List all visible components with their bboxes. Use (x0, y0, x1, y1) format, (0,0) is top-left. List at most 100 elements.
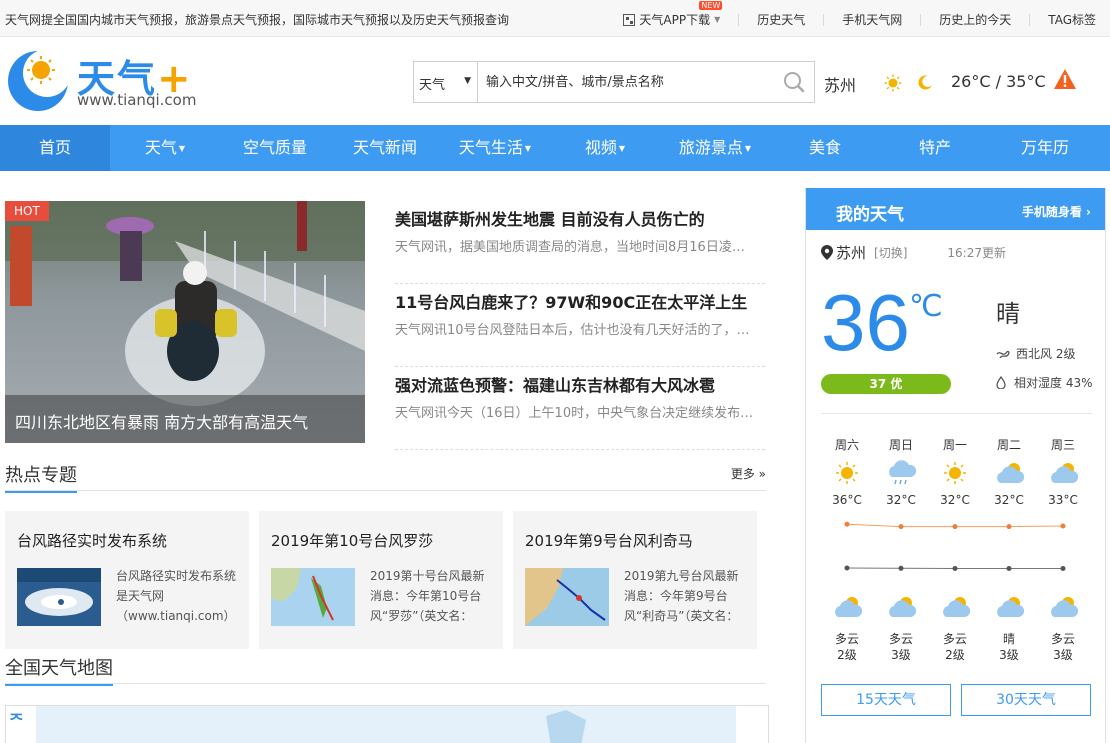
news-list: 美国堪萨斯州发生地震 目前没有人员伤亡的 天气网讯，据美国地质调查局的消息，当地… (395, 201, 765, 450)
high-temp-point (1006, 524, 1012, 530)
nav-weather-news[interactable]: 天气新闻 (330, 125, 440, 171)
wind-info: 西北风 2级 (996, 345, 1075, 362)
topic-title[interactable]: 台风路径实时发布系统 (17, 530, 167, 551)
nav-weather-life[interactable]: 天气生活 ▼ (440, 125, 550, 171)
search-type-select[interactable]: 天气 ▼ (414, 62, 478, 102)
site-logo[interactable]: 天气+ www.tianqi.com (5, 48, 205, 112)
hero-news-image[interactable]: HOT 四川东北地区有暴雨 南方大部有高温天气 (5, 201, 365, 443)
forecast-high-temp: 32°C (940, 493, 970, 507)
low-temp-point (952, 566, 958, 571)
high-temp-point (844, 521, 850, 527)
high-temp-point (1060, 523, 1066, 529)
aqi-badge[interactable]: 37 优 (821, 374, 951, 394)
nav-video[interactable]: 视频 ▼ (550, 125, 660, 171)
wind-icon (996, 350, 1010, 358)
sun-icon (820, 459, 874, 487)
weather-map[interactable]: ᄌ (5, 705, 769, 743)
my-weather-header: 我的天气 手机随身看 › (806, 188, 1105, 230)
forecast-night[interactable]: 晴 3级 (982, 593, 1036, 663)
news-item[interactable]: 11号台风白鹿来了？97W和90C正在太平洋上生 天气网讯10号台风登陆日本后，… (395, 284, 765, 367)
forecast-high-temp: 32°C (994, 493, 1024, 507)
forecast-weekday: 周日 (888, 438, 913, 452)
hot-badge: HOT (5, 201, 49, 221)
hero-caption[interactable]: 四川东北地区有暴雨 南方大部有高温天气 (5, 395, 365, 443)
mobile-site-link[interactable]: 手机天气网 (842, 11, 902, 28)
forecast-day[interactable]: 周三 33°C (1036, 436, 1090, 507)
forecast-weekday: 周一 (942, 438, 967, 452)
header-city[interactable]: 苏州 (824, 72, 856, 96)
divider (823, 13, 825, 26)
svg-text:ᄌ: ᄌ (9, 711, 24, 730)
logo-moon-sun-icon (8, 49, 71, 111)
nav-travel[interactable]: 旅游景点 ▼ (660, 125, 770, 171)
forecast-wind-level: 2级 (837, 648, 857, 662)
partly-cloudy-icon (982, 593, 1036, 623)
forecast-condition: 晴 (1002, 632, 1015, 646)
history-weather-link[interactable]: 历史天气 (757, 11, 805, 28)
news-title[interactable]: 11号台风白鹿来了？97W和90C正在太平洋上生 (395, 289, 765, 313)
typhoon-satellite-image[interactable] (17, 568, 101, 626)
divider (738, 13, 740, 26)
top-links: 天气APP下载 NEW ▼ 历史天气 手机天气网 历史上的今天 TAG标签 (623, 1, 1096, 28)
chevron-right-icon: › (1086, 205, 1091, 219)
forecast-wind-level: 3级 (891, 648, 911, 662)
forecast-day[interactable]: 周二 32°C (982, 436, 1036, 507)
news-desc: 天气网讯10号台风登陆日本后，估计也没有几天好活的了，据悉 (395, 323, 757, 338)
topic-card[interactable]: 台风路径实时发布系统 台风路径实时发布系统是天气网（www.tianqi.com… (5, 511, 249, 649)
typhoon-track-map-image[interactable] (271, 568, 355, 626)
30-day-forecast-button[interactable]: 30天天气 (961, 684, 1091, 716)
forecast-night[interactable]: 多云 3级 (874, 593, 928, 663)
weather-map-header: 全国天气地图 (5, 654, 766, 686)
app-download-label: 天气APP下载 (639, 13, 711, 27)
topic-title[interactable]: 2019年第9号台风利奇马 (525, 530, 693, 551)
news-title[interactable]: 美国堪萨斯州发生地震 目前没有人员伤亡的 (395, 206, 765, 230)
high-temp-point (952, 524, 958, 530)
sun-icon (884, 74, 902, 92)
news-item[interactable]: 美国堪萨斯州发生地震 目前没有人员伤亡的 天气网讯，据美国地质调查局的消息，当地… (395, 201, 765, 284)
nav-food[interactable]: 美食 (770, 125, 880, 171)
topic-title[interactable]: 2019年第10号台风罗莎 (271, 530, 433, 551)
topic-desc: 2019第十号台风最新消息：今年第10号台风“罗莎”（英文名： (370, 569, 485, 623)
nav-air-quality[interactable]: 空气质量 (220, 125, 330, 171)
app-download-link[interactable]: 天气APP下载 NEW ▼ (623, 1, 723, 28)
more-link[interactable]: 更多 » (731, 465, 766, 482)
partly-cloudy-icon (1036, 459, 1090, 487)
nav-specialty[interactable]: 特产 (880, 125, 990, 171)
topic-card[interactable]: 2019年第10号台风罗莎 2019第十号台风最新消息：今年第10号台风“罗莎”… (259, 511, 503, 649)
forecast-night[interactable]: 多云 2级 (820, 593, 874, 663)
divider (1029, 13, 1031, 26)
tag-link[interactable]: TAG标签 (1048, 11, 1096, 28)
chevron-down-icon: ▼ (464, 76, 471, 86)
top-bar: 天气网提全国国内城市天气预报，旅游景点天气预报，国际城市天气预报以及历史天气预报… (0, 0, 1110, 37)
forecast-day[interactable]: 周一 32°C (928, 436, 982, 507)
today-in-history-link[interactable]: 历史上的今天 (939, 11, 1011, 28)
rain-cloud-icon (874, 459, 928, 487)
forecast-night[interactable]: 多云 2级 (928, 593, 982, 663)
chevron-down-icon: ▼ (744, 143, 752, 153)
forecast-day[interactable]: 周日 32°C (874, 436, 928, 507)
typhoon-track-map-image[interactable] (525, 568, 609, 626)
nav-weather[interactable]: 天气 ▼ (110, 125, 220, 171)
current-temp: 36 (821, 278, 910, 367)
news-item[interactable]: 强对流蓝色预警：福建山东吉林都有大风冰雹 天气网讯今天（16日）上午10时，中央… (395, 367, 765, 450)
partly-cloudy-icon (982, 459, 1036, 487)
forecast-condition: 多云 (834, 632, 859, 646)
forecast-night[interactable]: 多云 3级 (1036, 593, 1090, 663)
location-pin-icon (821, 245, 833, 260)
switch-city-link[interactable]: [切换] (874, 244, 907, 261)
forecast-condition: 多云 (942, 632, 967, 646)
search-input[interactable] (478, 62, 774, 102)
15-day-forecast-button[interactable]: 15天天气 (821, 684, 951, 716)
news-title[interactable]: 强对流蓝色预警：福建山东吉林都有大风冰雹 (395, 372, 765, 396)
header-temp-range: 26°C / 35°C (951, 72, 1046, 91)
warning-icon[interactable] (1053, 68, 1077, 90)
topic-card[interactable]: 2019年第9号台风利奇马 2019第九号台风最新消息：今年第9号台风“利奇马”… (513, 511, 757, 649)
nav-home[interactable]: 首页 (0, 125, 110, 171)
mobile-view-link[interactable]: 手机随身看 › (1022, 203, 1091, 220)
forecast-day[interactable]: 周六 36°C (820, 436, 874, 507)
news-desc: 天气网讯今天（16日）上午10时，中央气象台决定继续发布强对流 (395, 406, 757, 421)
divider (821, 413, 1092, 414)
low-temp-point (1060, 566, 1066, 571)
nav-calendar[interactable]: 万年历 (990, 125, 1100, 171)
search-button[interactable] (774, 62, 814, 102)
